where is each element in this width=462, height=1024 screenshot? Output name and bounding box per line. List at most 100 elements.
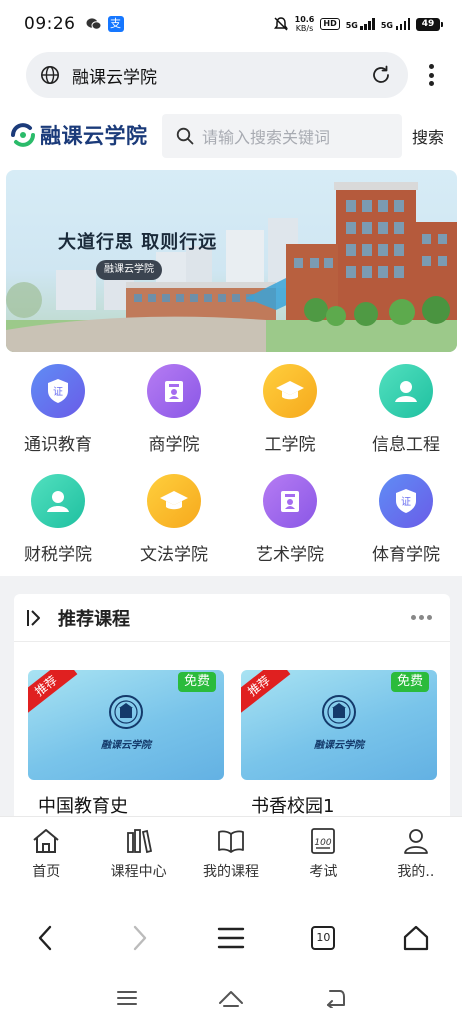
browser-menu-button[interactable] [185, 926, 277, 950]
svg-text:100: 100 [315, 838, 332, 848]
id-card-icon [281, 491, 299, 512]
school-emblem-icon [109, 695, 143, 729]
net-speed: 10.6 KB/s [295, 15, 315, 33]
browser-forward-button[interactable] [92, 924, 184, 952]
tab-home[interactable]: 首页 [0, 817, 92, 898]
tab-label: 课程中心 [110, 864, 167, 880]
category-information-engineering[interactable]: 信息工程 [348, 364, 462, 455]
site-header: 融课云学院 请输入搜索关键词 搜索 [0, 112, 462, 160]
tab-exam[interactable]: 100 考试 [277, 817, 369, 898]
system-home-button[interactable] [179, 988, 283, 1008]
course-thumbnail: 融课云学院 免费 推荐 [28, 670, 224, 780]
category-icon-bg [31, 474, 85, 528]
category-engineering-school[interactable]: 工学院 [232, 364, 348, 455]
shield-cert-icon: 证 [48, 379, 68, 403]
category-label: 信息工程 [372, 435, 440, 455]
category-icon-bg [263, 364, 317, 418]
school-emblem-icon [322, 695, 356, 729]
category-label: 艺术学院 [256, 545, 324, 565]
logo-mark-icon [11, 123, 35, 147]
category-label: 工学院 [264, 435, 316, 455]
more-menu-icon[interactable] [422, 62, 440, 88]
category-business-school[interactable]: 商学院 [116, 364, 232, 455]
course-card[interactable]: 融课云学院 免费 推荐 书香校园1 [241, 670, 437, 818]
banner-slogan: 大道行思 取则行远 [58, 232, 218, 253]
site-logo[interactable]: 融课云学院 [10, 120, 148, 150]
section-more-icon[interactable] [411, 615, 432, 620]
status-time: 09:26 [24, 14, 76, 34]
browser-nav-bar: 10 [0, 904, 462, 972]
signal-2: 5G [381, 18, 410, 30]
course-thumbnail: 融课云学院 免费 推荐 [241, 670, 437, 780]
recommended-courses-section: 推荐课程 融课云学院 免费 推荐 中国教育史 融课云学院 免费 推荐 书香校园1 [14, 594, 450, 818]
forward-arrow-icon [133, 925, 146, 951]
category-icon-bg: 证 [31, 364, 85, 418]
browser-back-button[interactable] [0, 924, 92, 952]
free-badge: 免费 [177, 672, 216, 692]
browser-address-row: 融课云学院 [0, 50, 462, 100]
tab-my-courses[interactable]: 我的课程 [185, 817, 277, 898]
person-icon [395, 381, 417, 402]
category-sports-school[interactable]: 证 体育学院 [348, 474, 462, 565]
home-icon [33, 829, 59, 853]
hamburger-menu-icon [217, 927, 245, 949]
category-label: 通识教育 [24, 435, 92, 455]
category-finance-tax[interactable]: 财税学院 [0, 474, 116, 565]
tab-course-center[interactable]: 课程中心 [92, 817, 184, 898]
reload-icon[interactable] [370, 64, 392, 86]
category-label: 商学院 [148, 435, 200, 455]
net-speed-value: 10.6 [294, 15, 315, 24]
tab-label: 我的课程 [203, 864, 260, 880]
tab-mine[interactable]: 我的.. [370, 817, 462, 898]
status-notification-icons: 支 [86, 16, 124, 32]
category-general-education[interactable]: 证 通识教育 [0, 364, 116, 455]
address-bar[interactable]: 融课云学院 [26, 52, 408, 98]
status-bar: 09:26 支 10.6 KB/s HD 5G 5G 49 [0, 0, 462, 48]
address-title: 融课云学院 [72, 67, 157, 88]
banner-tag: 融课云学院 [96, 260, 162, 280]
course-title: 书香校园1 [251, 796, 335, 817]
section-header: 推荐课程 [14, 594, 450, 642]
svg-text:证: 证 [401, 496, 411, 508]
category-icon-bg: 证 [379, 474, 433, 528]
search-icon [176, 127, 194, 145]
svg-text:证: 证 [53, 386, 63, 398]
course-title: 中国教育史 [38, 796, 128, 817]
course-brand: 融课云学院 [314, 740, 364, 751]
search-input[interactable]: 请输入搜索关键词 [162, 114, 402, 158]
logo-text: 融课云学院 [40, 124, 148, 148]
free-badge: 免费 [390, 672, 429, 692]
search-placeholder: 请输入搜索关键词 [202, 128, 331, 147]
system-nav-bar [0, 978, 462, 1018]
person-icon [47, 491, 69, 512]
id-card-icon [165, 381, 183, 402]
globe-icon [41, 66, 59, 84]
search-button[interactable]: 搜索 [412, 124, 444, 148]
recommend-ribbon: 推荐 [28, 670, 78, 714]
battery-icon: 49 [416, 17, 443, 31]
exam-paper-icon: 100 [311, 828, 336, 854]
hd-badge: HD [320, 18, 340, 30]
campus-banner[interactable]: 大道行思 取则行远 融课云学院 [6, 170, 457, 352]
status-right-icons: 10.6 KB/s HD 5G 5G 49 [273, 15, 443, 33]
course-brand: 融课云学院 [101, 740, 151, 751]
category-icon-bg [147, 474, 201, 528]
system-back-button[interactable] [283, 988, 387, 1008]
category-grid: 证 通识教育 商学院 工学院 信息工程 财税学院 文法学院 艺术学院 证 体育学… [0, 360, 462, 572]
browser-tabs-button[interactable]: 10 [277, 926, 369, 950]
category-arts-school[interactable]: 艺术学院 [232, 474, 348, 565]
browser-home-icon [403, 925, 428, 951]
category-icon-bg [263, 474, 317, 528]
graduation-cap-icon [276, 381, 304, 400]
category-label: 体育学院 [372, 545, 440, 565]
category-label: 文法学院 [140, 545, 208, 565]
signal-2-label: 5G [380, 21, 393, 30]
category-icon-bg [379, 364, 433, 418]
recents-menu-icon [117, 991, 137, 1005]
course-card[interactable]: 融课云学院 免费 推荐 中国教育史 [28, 670, 224, 818]
system-recents-button[interactable] [75, 989, 179, 1007]
browser-home-button[interactable] [370, 924, 462, 952]
category-law-humanities[interactable]: 文法学院 [116, 474, 232, 565]
category-label: 财税学院 [24, 545, 92, 565]
signal-1-label: 5G [345, 21, 358, 30]
